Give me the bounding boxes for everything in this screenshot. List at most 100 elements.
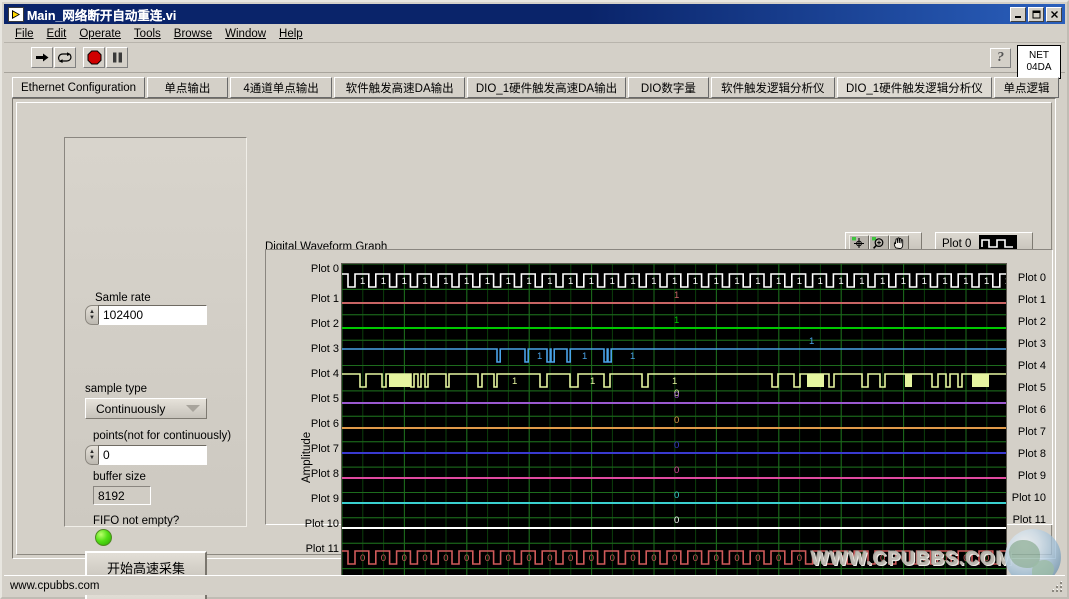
sample-rate-control[interactable]: ▲▼ 102400 <box>85 305 207 325</box>
svg-text:1: 1 <box>776 276 781 287</box>
svg-text:1: 1 <box>809 336 814 347</box>
tab-single-point-output[interactable]: 单点输出 <box>147 77 228 98</box>
svg-text:1: 1 <box>755 276 760 287</box>
sample-type-dropdown[interactable]: Continuously <box>85 398 207 419</box>
svg-text:1: 1 <box>672 276 677 287</box>
y-label-plot-2: Plot 2 <box>276 318 339 330</box>
y-label-plot-1: Plot 1 <box>276 293 339 305</box>
window-title: Main_网络断开自动重连.vi <box>27 5 1010 24</box>
menu-item-edit[interactable]: Edit <box>41 27 74 41</box>
svg-text:1: 1 <box>651 276 656 287</box>
menu-item-help-label: Help <box>279 28 303 40</box>
svg-text:0: 0 <box>589 553 594 564</box>
svg-text:1: 1 <box>537 351 542 362</box>
svg-text:1: 1 <box>880 276 885 287</box>
svg-text:1: 1 <box>526 276 531 287</box>
tab-ethernet-configuration[interactable]: Ethernet Configuration <box>12 77 145 98</box>
menu-item-file[interactable]: File <box>9 27 41 41</box>
labview-front-panel-window: Main_网络断开自动重连.vi File Edit Operate Tools… <box>0 0 1069 599</box>
window-controls <box>1010 7 1063 22</box>
svg-text:1: 1 <box>797 276 802 287</box>
svg-text:1: 1 <box>590 376 595 387</box>
tab-dio1-hardware-trigger-da[interactable]: DIO_1硬件触发高速DA输出 <box>467 77 626 98</box>
device-badge-line1: NET <box>1029 50 1049 62</box>
svg-text:0: 0 <box>674 490 679 501</box>
tab-dio-digital[interactable]: DIO数字量 <box>628 77 709 98</box>
svg-text:0: 0 <box>443 553 448 564</box>
svg-text:0: 0 <box>360 553 365 564</box>
svg-text:1: 1 <box>512 376 517 387</box>
buffer-size-indicator: 8192 <box>93 486 151 505</box>
svg-text:1: 1 <box>589 276 594 287</box>
tab-dio1-hardware-trigger-logic-analyzer[interactable]: DIO_1硬件触发逻辑分析仪 <box>837 77 992 98</box>
run-continuously-icon[interactable] <box>54 47 76 68</box>
tab-4ch-single-point-output[interactable]: 4通道单点输出 <box>230 77 333 98</box>
svg-text:1: 1 <box>381 276 386 287</box>
tab-single-point-logic[interactable]: 单点逻辑 <box>994 77 1059 98</box>
menu-item-operate-label: Operate <box>79 28 121 40</box>
svg-text:1: 1 <box>464 276 469 287</box>
buffer-size-label: buffer size <box>93 471 146 483</box>
tab-content-panel: Samle rate ▲▼ 102400 sample type Continu… <box>12 98 1056 559</box>
y-tick-plot-7: Plot 7 <box>1018 426 1046 438</box>
menu-item-help[interactable]: Help <box>273 27 310 41</box>
svg-text:0: 0 <box>402 553 407 564</box>
menu-item-tools-label: Tools <box>134 28 161 40</box>
svg-text:1: 1 <box>402 276 407 287</box>
svg-text:1: 1 <box>838 276 843 287</box>
svg-text:0: 0 <box>674 390 679 401</box>
y-tick-plot-11: Plot 11 <box>1013 514 1046 526</box>
svg-text:0: 0 <box>610 553 615 564</box>
points-input[interactable]: 0 <box>98 445 207 465</box>
svg-text:0: 0 <box>714 553 719 564</box>
y-tick-plot-2: Plot 2 <box>1018 316 1046 328</box>
title-bar: Main_网络断开自动重连.vi <box>4 4 1065 24</box>
status-bar-text: www.cpubbs.com <box>10 580 99 592</box>
menu-item-tools[interactable]: Tools <box>128 27 168 41</box>
menu-item-operate[interactable]: Operate <box>73 27 128 41</box>
menu-item-browse[interactable]: Browse <box>168 27 219 41</box>
context-help-button[interactable]: ? <box>990 48 1011 68</box>
tab-software-trigger-logic-analyzer[interactable]: 软件触发逻辑分析仪 <box>711 77 835 98</box>
svg-text:1: 1 <box>547 276 552 287</box>
y-label-plot-6: Plot 6 <box>276 418 339 430</box>
pause-icon[interactable] <box>106 47 128 68</box>
points-label: points(not for continuously) <box>93 430 231 442</box>
svg-text:0: 0 <box>547 553 552 564</box>
maximize-icon[interactable] <box>1028 7 1044 22</box>
minimize-icon[interactable] <box>1010 7 1026 22</box>
tab-label: 4通道单点输出 <box>243 80 318 96</box>
svg-text:1: 1 <box>922 276 927 287</box>
close-icon[interactable] <box>1046 7 1062 22</box>
svg-text:1: 1 <box>714 276 719 287</box>
tab-software-trigger-da[interactable]: 软件触发高速DA输出 <box>334 77 464 98</box>
menu-item-window[interactable]: Window <box>219 27 273 41</box>
svg-text:0: 0 <box>674 515 679 526</box>
svg-text:1: 1 <box>610 276 615 287</box>
plot-canvas[interactable]: 1111111111111111111111111111111111111111… <box>341 263 1007 593</box>
tab-label: 单点输出 <box>164 80 210 96</box>
y-label-plot-5: Plot 5 <box>276 393 339 405</box>
y-tick-plot-6: Plot 6 <box>1018 404 1046 416</box>
svg-text:0: 0 <box>776 553 781 564</box>
abort-execution-icon[interactable] <box>83 47 105 68</box>
svg-text:1: 1 <box>674 290 679 301</box>
svg-text:1: 1 <box>984 276 989 287</box>
acquisition-controls-cluster <box>64 137 247 527</box>
resize-grip[interactable] <box>1050 580 1064 594</box>
points-control[interactable]: ▲▼ 0 <box>85 445 207 465</box>
points-spinner[interactable]: ▲▼ <box>85 445 98 465</box>
tab-label: 软件触发逻辑分析仪 <box>721 80 825 96</box>
sample-rate-spinner[interactable]: ▲▼ <box>85 305 98 325</box>
svg-text:1: 1 <box>360 276 365 287</box>
y-label-plot-10: Plot 10 <box>276 518 339 530</box>
menu-item-file-label: File <box>15 28 34 40</box>
fifo-not-empty-led <box>95 529 112 546</box>
sample-rate-input[interactable]: 102400 <box>98 305 207 325</box>
device-badge-line2: 04DA <box>1026 62 1051 74</box>
device-badge: NET 04DA <box>1017 45 1061 79</box>
status-bar: www.cpubbs.com <box>4 575 1065 595</box>
svg-text:1: 1 <box>1005 276 1007 287</box>
site-watermark: WWW.CPUBBS.COM <box>811 549 1013 571</box>
run-arrow-icon[interactable] <box>31 47 53 68</box>
